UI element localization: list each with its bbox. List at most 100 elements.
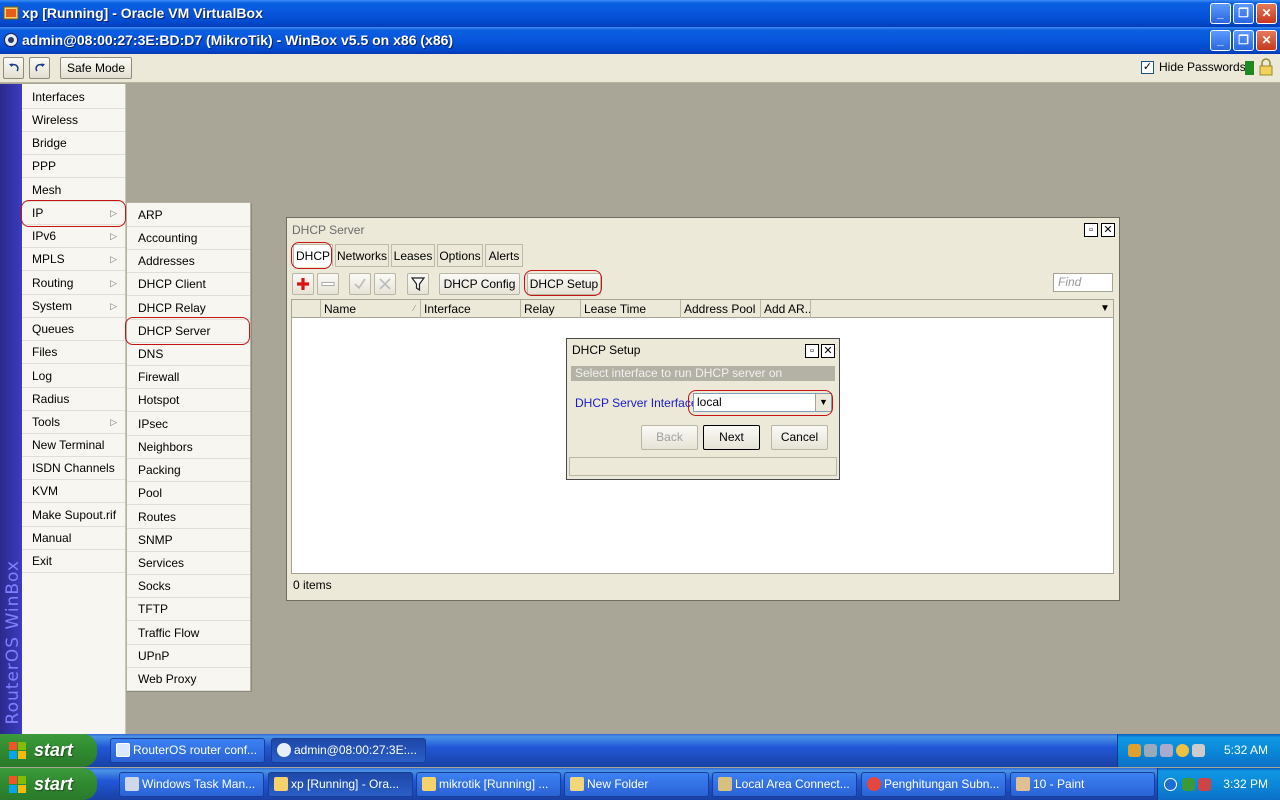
submenu-item-pool[interactable]: Pool (127, 482, 250, 505)
network-tray-icon[interactable] (1182, 778, 1195, 791)
display-tray-icon[interactable] (1144, 744, 1157, 757)
submenu-item-arp[interactable]: ARP (127, 204, 250, 227)
dialog-close-button[interactable]: ✕ (821, 344, 835, 358)
back-button[interactable]: Back (641, 425, 698, 450)
dhcp-server-interface-select[interactable]: local ▼ (693, 393, 832, 412)
submenu-item-ipsec[interactable]: IPsec (127, 413, 250, 436)
submenu-item-snmp[interactable]: SNMP (127, 529, 250, 552)
tab-options[interactable]: Options (437, 244, 483, 267)
menu-item-exit[interactable]: Exit (22, 550, 125, 573)
menu-item-radius[interactable]: Radius (22, 388, 125, 411)
window-close-button[interactable]: ✕ (1101, 223, 1115, 237)
minimize-button[interactable]: _ (1210, 3, 1231, 24)
host-task-task-manager[interactable]: Windows Task Man... (119, 772, 264, 797)
submenu-item-dns[interactable]: DNS (127, 343, 250, 366)
submenu-item-firewall[interactable]: Firewall (127, 366, 250, 389)
menu-item-ipv6[interactable]: IPv6 ▷ (22, 225, 125, 248)
menu-item-ip[interactable]: IP ▷ (22, 202, 125, 225)
host-task-new-folder[interactable]: New Folder (564, 772, 709, 797)
host-task-paint[interactable]: 10 - Paint (1010, 772, 1155, 797)
add-button[interactable] (292, 273, 314, 295)
menu-item-mpls[interactable]: MPLS ▷ (22, 248, 125, 271)
dhcp-setup-button[interactable]: DHCP Setup (527, 273, 601, 295)
submenu-item-dhcp-relay[interactable]: DHCP Relay (127, 297, 250, 320)
submenu-item-hotspot[interactable]: Hotspot (127, 389, 250, 412)
column-add-arp[interactable]: Add AR... (760, 300, 810, 318)
menu-item-routing[interactable]: Routing ▷ (22, 272, 125, 295)
menu-item-log[interactable]: Log (22, 365, 125, 388)
host-task-local-area-connection[interactable]: Local Area Connect... (712, 772, 857, 797)
menu-item-tools[interactable]: Tools ▷ (22, 411, 125, 434)
menu-item-bridge[interactable]: Bridge (22, 132, 125, 155)
find-input[interactable]: Find (1053, 273, 1113, 292)
menu-item-isdn-channels[interactable]: ISDN Channels (22, 457, 125, 480)
submenu-item-dhcp-client[interactable]: DHCP Client (127, 273, 250, 296)
column-name[interactable]: Name ⁄ (320, 300, 420, 318)
tab-networks[interactable]: Networks (335, 244, 389, 267)
remove-button[interactable] (317, 273, 339, 295)
enable-button[interactable] (349, 273, 371, 295)
host-task-virtualbox-xp[interactable]: xp [Running] - Ora... (268, 772, 413, 797)
dialog-maximize-button[interactable]: ▫ (805, 344, 819, 358)
column-flags[interactable] (292, 300, 320, 318)
winbox-close-button[interactable]: ✕ (1256, 30, 1277, 51)
host-task-virtualbox-mikrotik[interactable]: mikrotik [Running] ... (416, 772, 561, 797)
host-task-chrome[interactable]: Penghitungan Subn... (861, 772, 1006, 797)
hide-passwords-checkbox[interactable]: ✓ (1141, 61, 1154, 74)
update-tray-icon[interactable] (1176, 744, 1189, 757)
column-address-pool[interactable]: Address Pool (680, 300, 760, 318)
menu-item-new-terminal[interactable]: New Terminal (22, 434, 125, 457)
menu-item-queues[interactable]: Queues (22, 318, 125, 341)
filter-button[interactable] (407, 273, 429, 295)
submenu-item-routes[interactable]: Routes (127, 506, 250, 529)
volume-tray-icon[interactable] (1160, 744, 1173, 757)
menu-item-manual[interactable]: Manual (22, 527, 125, 550)
column-interface[interactable]: Interface (420, 300, 520, 318)
dhcp-config-button[interactable]: DHCP Config (439, 273, 520, 295)
submenu-item-tftp[interactable]: TFTP (127, 598, 250, 621)
network-tray-icon[interactable] (1128, 744, 1141, 757)
next-button[interactable]: Next (703, 425, 760, 450)
tab-leases[interactable]: Leases (391, 244, 435, 267)
disable-button[interactable] (374, 273, 396, 295)
redo-button[interactable] (29, 57, 50, 79)
submenu-item-traffic-flow[interactable]: Traffic Flow (127, 622, 250, 645)
volume-tray-icon[interactable] (1198, 778, 1211, 791)
submenu-item-upnp[interactable]: UPnP (127, 645, 250, 668)
winbox-restore-button[interactable]: ❐ (1233, 30, 1254, 51)
tab-alerts[interactable]: Alerts (485, 244, 523, 267)
submenu-item-dhcp-server[interactable]: DHCP Server (127, 320, 250, 343)
menu-item-make-supout[interactable]: Make Supout.rif (22, 504, 125, 527)
tab-dhcp[interactable]: DHCP (293, 244, 333, 267)
vm-start-button[interactable]: start (0, 734, 97, 767)
host-start-button[interactable]: start (0, 768, 97, 800)
vm-task-routeros[interactable]: RouterOS router conf... (110, 738, 265, 763)
column-relay[interactable]: Relay (520, 300, 580, 318)
cancel-button[interactable]: Cancel (771, 425, 828, 450)
submenu-item-addresses[interactable]: Addresses (127, 250, 250, 273)
menu-item-files[interactable]: Files (22, 341, 125, 364)
submenu-item-packing[interactable]: Packing (127, 459, 250, 482)
menu-item-system[interactable]: System ▷ (22, 295, 125, 318)
submenu-item-socks[interactable]: Socks (127, 575, 250, 598)
show-hidden-icons-icon[interactable] (1164, 778, 1177, 791)
menu-item-wireless[interactable]: Wireless (22, 109, 125, 132)
winbox-minimize-button[interactable]: _ (1210, 30, 1231, 51)
column-menu-icon[interactable]: ▼ (1100, 300, 1110, 318)
safe-mode-button[interactable]: Safe Mode (60, 57, 132, 79)
submenu-item-accounting[interactable]: Accounting (127, 227, 250, 250)
window-maximize-button[interactable]: ▫ (1084, 223, 1098, 237)
column-lease-time[interactable]: Lease Time (580, 300, 680, 318)
submenu-item-neighbors[interactable]: Neighbors (127, 436, 250, 459)
close-button[interactable]: ✕ (1256, 3, 1277, 24)
security-tray-icon[interactable] (1192, 744, 1205, 757)
restore-button[interactable]: ❐ (1233, 3, 1254, 24)
undo-button[interactable] (3, 57, 24, 79)
menu-item-ppp[interactable]: PPP (22, 155, 125, 178)
menu-item-mesh[interactable]: Mesh (22, 179, 125, 202)
submenu-item-services[interactable]: Services (127, 552, 250, 575)
menu-item-kvm[interactable]: KVM (22, 480, 125, 503)
menu-item-interfaces[interactable]: Interfaces (22, 86, 125, 109)
vm-task-winbox[interactable]: admin@08:00:27:3E:... (271, 738, 426, 763)
dropdown-arrow-icon[interactable]: ▼ (815, 394, 831, 411)
